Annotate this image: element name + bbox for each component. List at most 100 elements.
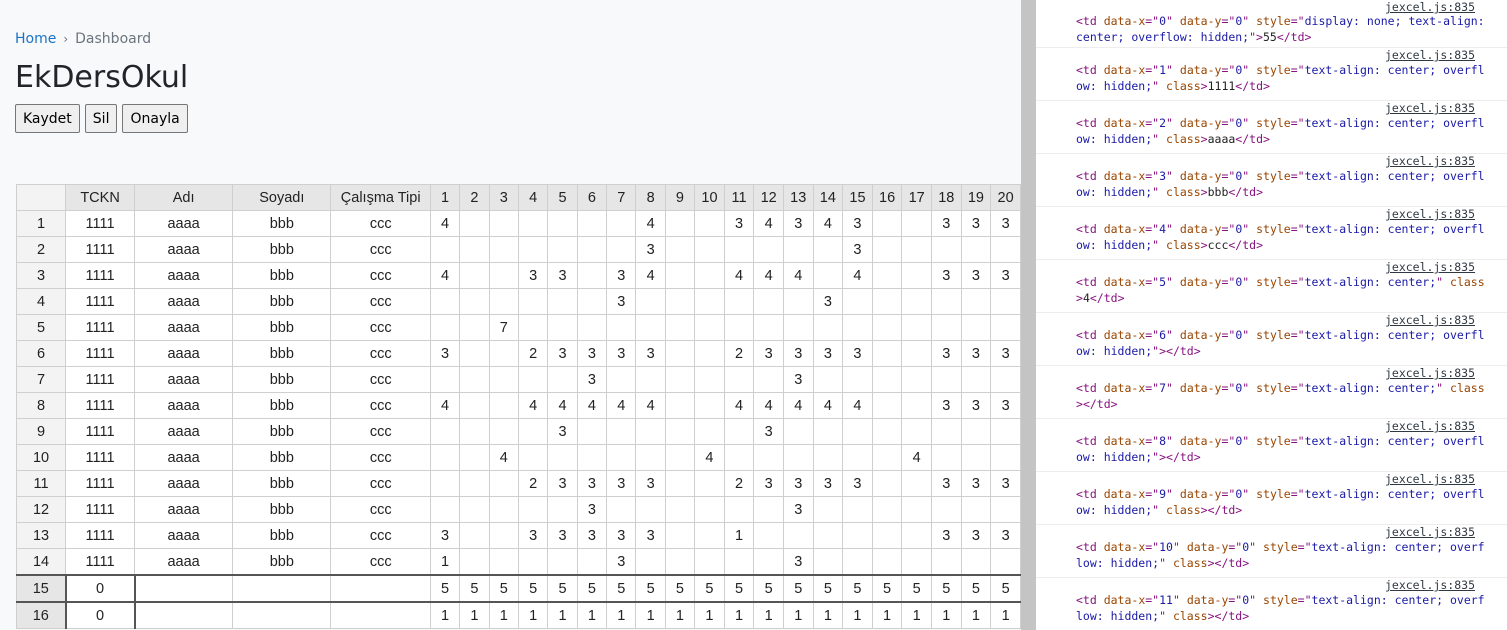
grid-cell[interactable] <box>694 470 725 497</box>
grid-cell[interactable]: 1 <box>459 601 490 629</box>
grid-cell[interactable]: aaaa <box>134 392 234 419</box>
grid-cell[interactable]: 4 <box>429 392 461 419</box>
grid-cell[interactable]: 4 <box>547 392 578 419</box>
grid-cell[interactable] <box>842 418 873 445</box>
grid-cell[interactable]: aaaa <box>134 548 234 576</box>
grid-cell[interactable] <box>606 444 637 471</box>
column-header[interactable]: 16 <box>871 184 903 211</box>
grid-cell[interactable] <box>901 262 932 289</box>
grid-cell[interactable] <box>547 314 578 341</box>
grid-cell[interactable] <box>664 236 696 263</box>
grid-cell[interactable] <box>664 444 696 471</box>
grid-cell[interactable]: ccc <box>330 366 431 393</box>
approve-button[interactable]: Onayla <box>122 104 188 133</box>
grid-cell[interactable] <box>990 288 1021 315</box>
grid-cell[interactable] <box>812 522 844 549</box>
grid-cell[interactable]: 1111 <box>65 210 136 237</box>
grid-cell[interactable] <box>812 236 844 263</box>
grid-cell[interactable]: 5 <box>960 574 992 603</box>
grid-cell[interactable] <box>459 548 490 576</box>
column-header[interactable]: 7 <box>606 184 637 211</box>
grid-cell[interactable]: ccc <box>330 522 431 549</box>
grid-cell[interactable] <box>782 288 814 315</box>
grid-cell[interactable]: ccc <box>330 210 431 237</box>
grid-cell[interactable] <box>232 574 332 603</box>
spreadsheet-container[interactable]: TCKN Adı Soyadı Çalışma Tipi 1 2 3 4 5 6 7 8 9 10 11 12… <box>16 184 1021 630</box>
grid-cell[interactable] <box>517 210 549 237</box>
row-number[interactable]: 7 <box>16 366 67 393</box>
grid-cell[interactable] <box>871 288 903 315</box>
row-number[interactable]: 13 <box>16 522 67 549</box>
grid-cell[interactable]: 1111 <box>65 340 136 367</box>
grid-cell[interactable] <box>723 496 755 523</box>
grid-cell[interactable] <box>871 548 903 576</box>
grid-cell[interactable] <box>429 470 461 497</box>
grid-cell[interactable] <box>753 548 784 576</box>
breadcrumb-home-link[interactable]: Home <box>15 31 56 47</box>
row-number[interactable]: 2 <box>16 236 67 263</box>
grid-cell[interactable] <box>694 548 725 576</box>
grid-cell[interactable] <box>901 522 932 549</box>
row-number[interactable]: 9 <box>16 418 67 445</box>
grid-cell[interactable] <box>930 314 962 341</box>
grid-cell[interactable]: bbb <box>232 496 332 523</box>
grid-cell[interactable]: 5 <box>694 574 725 603</box>
grid-cell[interactable]: 3 <box>930 262 962 289</box>
row-number[interactable]: 4 <box>16 288 67 315</box>
grid-cell[interactable] <box>459 366 490 393</box>
grid-cell[interactable]: 0 <box>64 601 136 629</box>
row-number[interactable]: 15 <box>16 574 67 603</box>
grid-cell[interactable]: 4 <box>723 392 755 419</box>
grid-cell[interactable] <box>429 444 461 471</box>
grid-cell[interactable] <box>930 288 962 315</box>
row-number[interactable]: 5 <box>16 314 67 341</box>
grid-cell[interactable]: 3 <box>429 522 461 549</box>
grid-cell[interactable]: 3 <box>606 340 637 367</box>
grid-cell[interactable]: 3 <box>753 340 784 367</box>
grid-cell[interactable] <box>488 236 519 263</box>
grid-cell[interactable]: 3 <box>842 236 873 263</box>
grid-cell[interactable] <box>901 340 932 367</box>
grid-cell[interactable] <box>664 314 696 341</box>
grid-cell[interactable]: 1 <box>517 601 549 629</box>
grid-cell[interactable]: 4 <box>488 444 519 471</box>
grid-cell[interactable]: 1111 <box>65 288 136 315</box>
grid-cell[interactable] <box>990 496 1021 523</box>
grid-cell[interactable] <box>960 496 992 523</box>
grid-cell[interactable] <box>606 236 637 263</box>
grid-cell[interactable] <box>871 314 903 341</box>
grid-cell[interactable] <box>930 548 962 576</box>
console-source-link[interactable]: jexcel.js:835 <box>1385 472 1475 488</box>
grid-cell[interactable]: 3 <box>753 470 784 497</box>
grid-cell[interactable]: 3 <box>990 470 1021 497</box>
grid-cell[interactable]: 5 <box>459 574 490 603</box>
grid-cell[interactable] <box>782 314 814 341</box>
grid-cell[interactable] <box>723 444 755 471</box>
grid-cell[interactable]: aaaa <box>134 418 234 445</box>
grid-cell[interactable]: aaaa <box>134 288 234 315</box>
grid-cell[interactable]: ccc <box>330 236 431 263</box>
row-number[interactable]: 8 <box>16 392 67 419</box>
grid-cell[interactable] <box>576 418 608 445</box>
grid-cell[interactable] <box>723 314 755 341</box>
column-header[interactable]: Çalışma Tipi <box>330 184 431 211</box>
grid-cell[interactable] <box>664 340 696 367</box>
grid-cell[interactable]: bbb <box>232 288 332 315</box>
grid-cell[interactable] <box>753 236 784 263</box>
grid-cell[interactable]: 3 <box>930 522 962 549</box>
grid-cell[interactable] <box>459 210 490 237</box>
grid-cell[interactable] <box>429 236 461 263</box>
grid-cell[interactable] <box>990 444 1021 471</box>
grid-cell[interactable]: ccc <box>330 392 431 419</box>
grid-cell[interactable] <box>842 366 873 393</box>
grid-cell[interactable]: ccc <box>330 314 431 341</box>
delete-button[interactable]: Sil <box>84 104 118 133</box>
grid-cell[interactable]: 3 <box>842 210 873 237</box>
grid-cell[interactable]: ccc <box>330 418 431 445</box>
grid-cell[interactable]: 4 <box>635 262 666 289</box>
grid-cell[interactable] <box>429 418 461 445</box>
grid-cell[interactable]: 5 <box>664 574 696 603</box>
grid-cell[interactable]: 5 <box>901 574 932 603</box>
grid-cell[interactable]: bbb <box>232 236 332 263</box>
grid-cell[interactable] <box>517 418 549 445</box>
